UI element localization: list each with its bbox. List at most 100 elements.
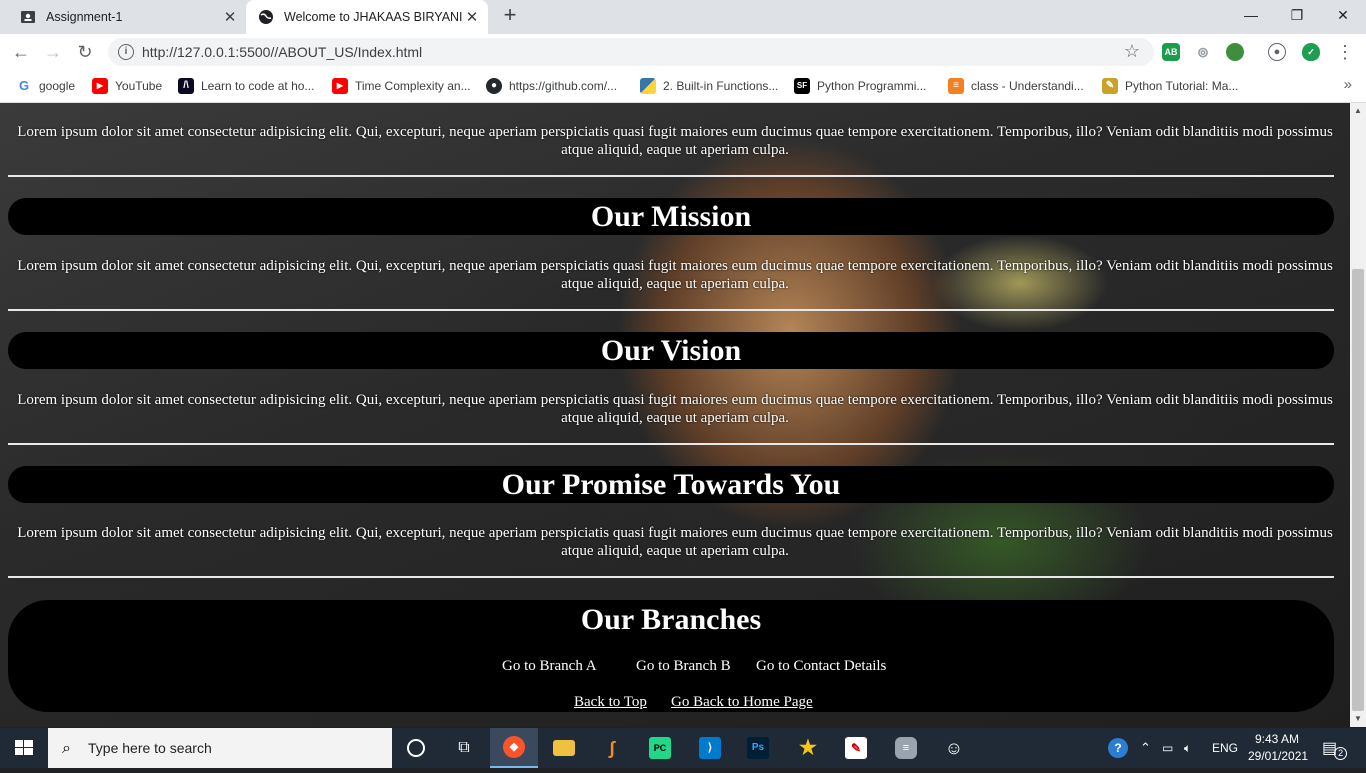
taskbar-search[interactable]: ⌕ Type here to search	[48, 728, 392, 768]
promise-paragraph: Lorem ipsum dolor sit amet consectetur a…	[17, 525, 1333, 559]
paint-icon[interactable]: ✎	[832, 728, 880, 768]
google-icon: G	[16, 78, 32, 94]
help-icon[interactable]: ?	[1108, 728, 1128, 768]
bookmark-label: Python Programmi...	[817, 79, 927, 93]
bookmark-label: 2. Built-in Functions...	[663, 79, 779, 93]
volume-icon[interactable]: 🔈︎	[1184, 728, 1191, 768]
bookmark-label: google	[39, 79, 76, 93]
branches-footer: Our Branches Go to Branch A Go to Branch…	[8, 600, 1334, 712]
chevron-up-icon[interactable]: ⌃	[1140, 728, 1151, 768]
tab-title: Welcome to JHAKAAS BIRYANI	[284, 10, 462, 24]
bookmark-label: class - Understandi...	[971, 79, 1084, 93]
promise-heading: Our Promise Towards You	[501, 468, 841, 501]
shield-check-icon[interactable]: ✓	[1302, 43, 1320, 61]
home-page-link[interactable]: Go Back to Home Page	[671, 694, 813, 711]
bookmark-item[interactable]: ≡ class - Understandi...	[948, 77, 1084, 95]
tab-strip: Assignment-1 ✕ Welcome to JHAKAAS BIRYAN…	[0, 0, 1366, 34]
photoshop-icon[interactable]: Ps	[734, 728, 782, 768]
search-icon: ⌕	[62, 740, 71, 757]
bookmark-label: YouTube	[115, 79, 163, 93]
emoji-app-icon[interactable]: ☺	[930, 728, 978, 768]
globe-icon	[259, 10, 273, 24]
bookmark-item[interactable]: ● https://github.com/...	[486, 77, 617, 95]
eclipse-icon[interactable]: ∫	[588, 728, 636, 768]
clock-date: 29/01/2021	[1248, 749, 1309, 763]
star-app-icon[interactable]: ★	[784, 728, 832, 768]
back-to-top-link[interactable]: Back to Top	[574, 694, 647, 711]
notification-center-icon[interactable]: ▤ 2	[1322, 728, 1348, 768]
windows-logo-icon	[15, 740, 33, 755]
vertical-scrollbar[interactable]: ▲ ▼	[1350, 103, 1366, 727]
mission-heading: Our Mission	[590, 200, 752, 233]
bookmarks-bar: G google ▶ YouTube /\ Learn to code at h…	[0, 70, 1366, 103]
adblock-icon[interactable]: AB	[1162, 43, 1180, 61]
system-clock[interactable]: 9:43 AM 29/01/2021	[1248, 731, 1309, 765]
forward-arrow-icon[interactable]: →	[40, 40, 66, 64]
notification-badge: 2	[1334, 746, 1348, 760]
pycharm-icon[interactable]: PC	[636, 728, 684, 768]
minimize-button[interactable]: —	[1228, 0, 1274, 32]
url-text[interactable]: http://127.0.0.1:5500//ABOUT_US/Index.ht…	[142, 44, 422, 60]
tab-title: Assignment-1	[46, 10, 123, 24]
branch-b-link[interactable]: Go to Branch B	[636, 658, 731, 675]
database-icon[interactable]: ≡	[882, 728, 930, 768]
bookmark-item[interactable]: SF Python Programmi...	[794, 77, 926, 95]
brave-browser-icon[interactable]: ◆	[490, 728, 538, 768]
bookmark-item[interactable]: /\ Learn to code at ho...	[178, 77, 314, 95]
battery-icon[interactable]: ▭	[1162, 728, 1173, 768]
bookmark-item[interactable]: ▶ YouTube	[92, 77, 162, 95]
stackoverflow-icon: ≡	[948, 78, 964, 94]
scroll-down-icon[interactable]: ▼	[1350, 711, 1366, 727]
more-bookmarks-icon[interactable]: »	[1344, 76, 1352, 93]
divider	[8, 443, 1334, 445]
scroll-thumb[interactable]	[1352, 269, 1364, 711]
bookmark-label: Python Tutorial: Ma...	[1125, 79, 1239, 93]
close-tab-icon[interactable]: ✕	[462, 8, 482, 26]
bookmark-item[interactable]: G google	[16, 77, 75, 95]
contact-details-link[interactable]: Go to Contact Details	[756, 658, 886, 675]
divider	[8, 576, 1334, 578]
bookmark-label: Time Complexity an...	[355, 79, 471, 93]
scroll-up-icon[interactable]: ▲	[1350, 103, 1366, 119]
language-indicator[interactable]: ENG	[1212, 728, 1238, 768]
intro-paragraph: Lorem ipsum dolor sit amet consectetur a…	[17, 124, 1333, 158]
browser-toolbar: ← → ↻ i http://127.0.0.1:5500//ABOUT_US/…	[0, 34, 1366, 70]
globe-extension-icon[interactable]	[1226, 43, 1244, 61]
restore-button[interactable]: ❐	[1274, 0, 1320, 32]
section-heading-bar: Our Promise Towards You	[8, 466, 1334, 503]
section-heading-bar: Our Mission	[8, 198, 1334, 235]
close-tab-icon[interactable]: ✕	[220, 8, 240, 26]
menu-kebab-icon[interactable]: ⋮	[1332, 40, 1358, 64]
search-placeholder: Type here to search	[88, 740, 212, 756]
clock-time: 9:43 AM	[1254, 732, 1300, 746]
file-explorer-icon[interactable]	[540, 728, 588, 768]
bookmark-label: https://github.com/...	[509, 79, 618, 93]
mission-paragraph: Lorem ipsum dolor sit amet consectetur a…	[17, 258, 1333, 292]
tab-assignment[interactable]: Assignment-1 ✕	[8, 0, 246, 34]
bookmark-star-icon[interactable]: ☆	[1124, 41, 1140, 62]
extension-icon[interactable]: ⊚	[1194, 43, 1212, 61]
profile-icon[interactable]: ●	[1268, 43, 1286, 61]
bookmark-item[interactable]: ▶ Time Complexity an...	[332, 77, 471, 95]
vscode-icon[interactable]: ⟩	[686, 728, 734, 768]
task-view-icon[interactable]: ⧉	[440, 728, 488, 768]
new-tab-button[interactable]: +	[498, 4, 522, 28]
vision-heading: Our Vision	[600, 334, 742, 367]
page-viewport: Lorem ipsum dolor sit amet consectetur a…	[0, 103, 1350, 727]
github-icon: ●	[486, 78, 502, 94]
address-bar[interactable]: i http://127.0.0.1:5500//ABOUT_US/Index.…	[108, 38, 1154, 66]
start-button[interactable]	[0, 728, 48, 768]
close-window-button[interactable]: ✕	[1320, 0, 1366, 32]
tab-jhakaas-biryani[interactable]: Welcome to JHAKAAS BIRYANI ✕	[246, 0, 488, 34]
branch-a-link[interactable]: Go to Branch A	[502, 658, 597, 675]
back-arrow-icon[interactable]: ←	[8, 40, 34, 64]
divider	[8, 175, 1334, 177]
site-info-icon[interactable]: i	[118, 44, 134, 60]
cortana-icon[interactable]	[392, 728, 440, 768]
reload-icon[interactable]: ↻	[72, 40, 98, 64]
bookmark-item[interactable]: 2. Built-in Functions...	[640, 77, 778, 95]
python-icon	[640, 78, 656, 94]
freecodecamp-icon: /\	[178, 78, 194, 94]
bookmark-item[interactable]: ✎ Python Tutorial: Ma...	[1102, 77, 1238, 95]
youtube-icon: ▶	[332, 78, 348, 94]
